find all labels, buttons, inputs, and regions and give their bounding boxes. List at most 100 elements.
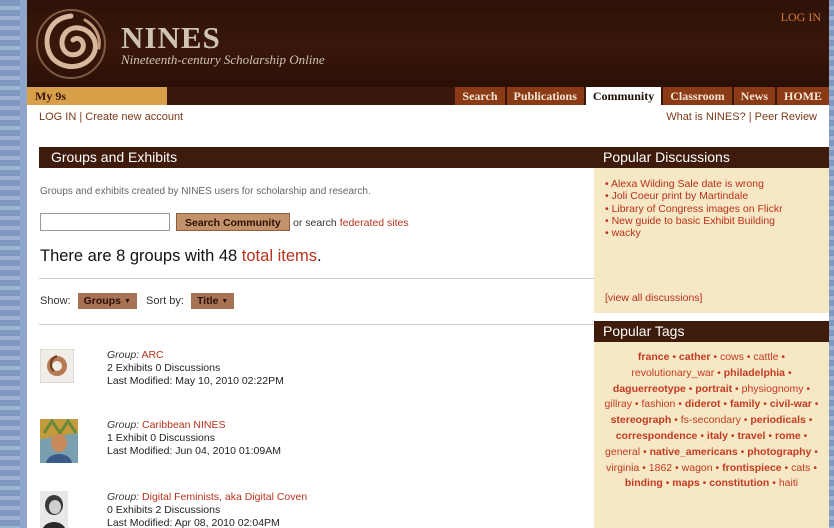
tag-link[interactable]: diderot [685,398,721,410]
group-link-digital-feminists[interactable]: Digital Feminists, aka Digital Coven [142,491,307,503]
tag-link[interactable]: rome [775,430,801,442]
sidebar: Popular Discussions Alexa Wilding Sale d… [594,127,829,528]
group-count-summary: There are 8 groups with 48 total items. [40,247,322,266]
tag-link[interactable]: cows [720,351,744,363]
tag-link[interactable]: general [605,446,640,458]
sort-value: Title [196,295,219,307]
nines-swirl-logo-icon[interactable] [33,6,109,82]
nav-tabs: Search Publications Community Classroom … [455,87,829,105]
or-search-label: or search [293,217,337,229]
or-search-text: or search federated sites [293,217,409,229]
discussion-link[interactable]: Library of Congress images on Flickr [605,203,829,215]
login-link[interactable]: LOG IN [39,111,76,123]
tag-separator: • [697,429,707,442]
caribbean-nines-thumbnail-icon[interactable] [40,419,78,463]
tag-link[interactable]: stereograph [611,414,672,426]
community-search-input[interactable] [40,213,170,231]
account-bar: LOG IN | Create new account What is NINE… [27,105,829,127]
tag-separator: • [639,461,649,474]
discussion-link[interactable]: Joli Coeur print by Martindale [605,190,829,202]
tag-link[interactable]: family [730,398,760,410]
tag-link[interactable]: philadelphia [724,367,785,379]
tag-separator: • [743,351,754,363]
tag-link[interactable]: wagon [682,462,713,474]
peer-review-link[interactable]: Peer Review [755,111,817,123]
digital-feminists-portrait-icon[interactable] [40,491,68,528]
tag-separator: • [785,366,792,379]
tab-my9s[interactable]: My 9s [27,87,167,105]
header-login-link[interactable]: LOG IN [781,10,821,25]
tab-home[interactable]: HOME [777,87,829,105]
search-community-button[interactable]: Search Community [176,213,290,231]
tag-link[interactable]: native_americans [650,446,738,458]
tag-separator: • [810,461,817,474]
desktop-background-left [0,0,20,528]
tag-link[interactable]: france [638,351,670,363]
sort-dropdown[interactable]: Title ▼ [190,293,235,309]
discussion-list: Alexa Wilding Sale date is wrong Joli Co… [594,168,829,239]
tab-publications[interactable]: Publications [506,87,584,105]
tab-community[interactable]: Community [585,87,662,105]
tag-link[interactable]: civil-war [770,398,812,410]
discussion-link[interactable]: Alexa Wilding Sale date is wrong [605,178,829,190]
group-stats: 2 Exhibits 0 Discussions [107,362,221,374]
tag-link[interactable]: virginia [606,462,639,474]
tag-separator: • [740,414,751,427]
what-is-nines-link[interactable]: What is NINES? [666,111,745,123]
tag-link[interactable]: constitution [709,477,769,489]
list-item: Group: ARC 2 Exhibits 0 Discussions Last… [40,349,590,399]
tag-separator: • [805,414,813,427]
group-modified: Last Modified: Jun 04, 2010 01:09AM [107,445,281,457]
site-brand-name: NINES [121,20,221,55]
section-description: Groups and exhibits created by NINES use… [40,186,371,197]
tag-link[interactable]: fashion [641,398,675,410]
filter-row: Show: Groups ▼ Sort by: Title ▼ [40,293,240,309]
discussion-link[interactable]: New guide to basic Exhibit Building [605,215,829,227]
tag-link[interactable]: 1862 [649,462,672,474]
tag-link[interactable]: daguerreotype [613,383,686,395]
tag-link[interactable]: cattle [753,351,778,363]
tag-separator: • [720,398,730,411]
tag-link[interactable]: frontispiece [722,462,782,474]
show-value: Groups [83,295,121,307]
tag-link[interactable]: physiognomy [742,383,804,395]
tab-classroom[interactable]: Classroom [663,87,732,105]
divider [39,324,594,325]
group-link-caribbean-nines[interactable]: Caribbean NINES [142,419,225,431]
tag-link[interactable]: cats [791,462,810,474]
tag-link[interactable]: gillray [605,398,632,410]
tag-link[interactable]: periodicals [750,414,805,426]
tab-search[interactable]: Search [455,87,505,105]
tag-link[interactable]: italy [707,430,728,442]
total-items-link[interactable]: total items [242,247,317,265]
tag-link[interactable]: cather [679,351,711,363]
discussion-link[interactable]: wacky [605,227,829,239]
tag-link[interactable]: maps [672,477,699,489]
arc-logo-icon[interactable] [40,349,74,383]
tag-link[interactable]: correspondence [616,430,698,442]
federated-sites-link[interactable]: federated sites [340,217,409,229]
list-item: Group: Caribbean NINES 1 Exhibit 0 Discu… [40,419,590,469]
create-account-link[interactable]: Create new account [85,111,183,123]
tag-link[interactable]: binding [625,477,663,489]
tag-link[interactable]: photography [747,446,811,458]
separator: | [748,111,752,123]
tab-news[interactable]: News [733,87,775,105]
show-label: Show: [40,295,71,307]
group-link-arc[interactable]: ARC [141,349,163,361]
tag-link[interactable]: travel [737,430,765,442]
view-all-discussions-link[interactable]: [view all discussions] [605,292,702,304]
popular-discussions-title: Popular Discussions [594,147,829,168]
count-suffix: . [317,247,322,265]
tag-link[interactable]: revolutionary_war [631,367,714,379]
tag-link[interactable]: portrait [695,383,732,395]
tag-separator: • [800,429,808,442]
group-label: Group: [107,419,140,431]
tag-separator: • [781,461,792,474]
tag-link[interactable]: fs-secondary [681,414,741,426]
show-dropdown[interactable]: Groups ▼ [77,293,137,309]
tag-separator: • [640,445,650,458]
tag-separator: • [811,398,819,411]
group-info: Group: Caribbean NINES 1 Exhibit 0 Discu… [107,419,281,458]
tag-link[interactable]: haiti [779,477,798,489]
